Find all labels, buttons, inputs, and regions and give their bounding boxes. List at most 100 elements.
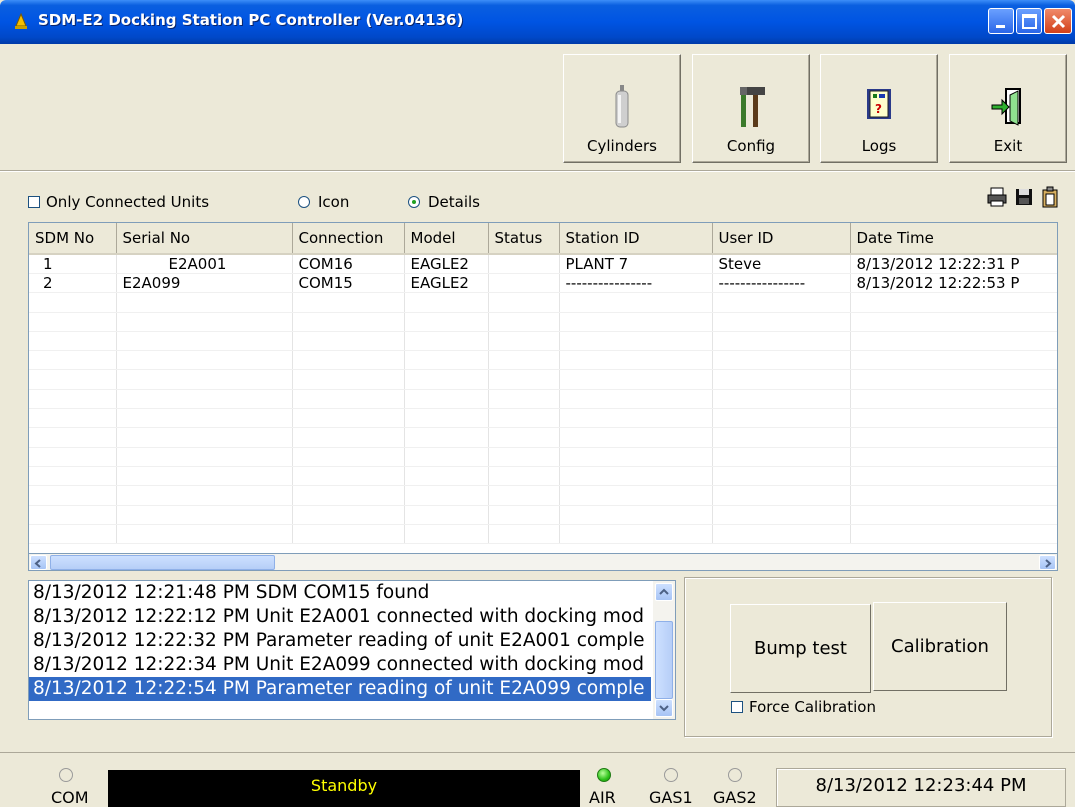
tools-icon — [740, 87, 765, 127]
cell-model: EAGLE2 — [404, 273, 489, 294]
toolbar-separator — [0, 170, 1075, 172]
maximize-icon — [1022, 14, 1037, 29]
cell-connection: COM15 — [292, 273, 405, 294]
bump-test-button[interactable]: Bump test — [730, 604, 871, 693]
arrow-down-icon — [659, 705, 669, 712]
vertical-scrollbar[interactable] — [653, 581, 675, 719]
status-display: Standby — [108, 770, 580, 807]
only-connected-label: Only Connected Units — [46, 193, 210, 211]
scroll-right-button[interactable] — [1039, 555, 1056, 570]
column-header-model[interactable]: Model — [404, 223, 489, 255]
gas2-indicator-icon — [728, 768, 742, 782]
config-button[interactable]: Config — [692, 54, 810, 163]
print-icon[interactable] — [985, 185, 1009, 209]
arrow-left-icon — [34, 559, 41, 568]
cell-serial-no: E2A001 — [116, 254, 293, 274]
log-line[interactable]: 8/13/2012 12:21:48 PM SDM COM15 found — [29, 581, 651, 605]
cell-sdm-no: 1 — [29, 254, 117, 274]
calibration-button[interactable]: Calibration — [873, 602, 1007, 691]
log-line[interactable]: 8/13/2012 12:22:32 PM Parameter reading … — [29, 629, 651, 653]
view-details-radio[interactable]: Details — [408, 193, 480, 211]
cell-serial-no: E2A099 — [116, 273, 293, 294]
empty-row — [29, 331, 1057, 352]
radio-icon-off[interactable] — [298, 196, 310, 208]
empty-row — [29, 505, 1057, 525]
cell-date-time: 8/13/2012 12:22:31 P — [850, 254, 1057, 274]
cell-station-id: ---------------- — [559, 273, 713, 294]
view-details-label: Details — [428, 193, 481, 211]
scroll-thumb[interactable] — [655, 621, 673, 699]
empty-row — [29, 427, 1057, 448]
calibration-label: Calibration — [891, 636, 989, 657]
exit-button[interactable]: Exit — [949, 54, 1067, 163]
gas-cylinder-icon — [615, 85, 629, 128]
minimize-icon — [996, 25, 1005, 28]
cell-user-id: ---------------- — [712, 273, 851, 294]
log-line-selected[interactable]: 8/13/2012 12:22:54 PM Parameter reading … — [29, 677, 651, 701]
exit-label: Exit — [993, 137, 1023, 155]
logs-book-icon: ? — [867, 89, 891, 119]
scroll-thumb[interactable] — [50, 555, 275, 570]
only-connected-checkbox[interactable]: Only Connected Units — [28, 193, 209, 211]
clock-display: 8/13/2012 12:23:44 PM — [776, 768, 1066, 807]
view-icon-radio[interactable]: Icon — [298, 193, 349, 211]
log-line[interactable]: 8/13/2012 12:22:34 PM Unit E2A099 connec… — [29, 653, 651, 677]
air-label: AIR — [589, 788, 616, 807]
checkbox-box[interactable] — [28, 196, 40, 208]
force-calibration-checkbox[interactable]: Force Calibration — [731, 698, 876, 716]
radio-icon-on[interactable] — [408, 196, 420, 208]
scroll-up-button[interactable] — [655, 583, 673, 601]
gas1-indicator-icon — [664, 768, 678, 782]
table-row[interactable]: 1 E2A001 COM16 EAGLE2 PLANT 7 Steve 8/13… — [29, 254, 1057, 274]
clock-text: 8/13/2012 12:23:44 PM — [815, 775, 1027, 796]
empty-row — [29, 408, 1057, 429]
com-label: COM — [51, 788, 89, 807]
arrow-up-icon — [659, 588, 669, 595]
column-header-connection[interactable]: Connection — [292, 223, 405, 255]
empty-row — [29, 485, 1057, 506]
empty-row — [29, 312, 1057, 332]
empty-row — [29, 369, 1057, 390]
minimize-button[interactable] — [988, 8, 1014, 34]
empty-row — [29, 466, 1057, 487]
config-label: Config — [726, 137, 776, 155]
horizontal-scrollbar[interactable] — [28, 553, 1058, 571]
test-actions-group: Bump test Calibration Force Calibration — [684, 577, 1052, 737]
column-header-sdm-no[interactable]: SDM No — [29, 223, 117, 255]
table-header: SDM No Serial No Connection Model Status… — [29, 223, 1057, 255]
cylinders-button[interactable]: Cylinders — [563, 54, 681, 163]
clipboard-icon[interactable] — [1038, 185, 1062, 209]
title-bar[interactable]: SDM-E2 Docking Station PC Controller (Ve… — [0, 0, 1075, 44]
logs-button[interactable]: ? Logs — [820, 54, 938, 163]
window-title: SDM-E2 Docking Station PC Controller (Ve… — [38, 11, 464, 29]
gas1-label: GAS1 — [649, 788, 693, 807]
table-row[interactable]: 2 E2A099 COM15 EAGLE2 ---------------- -… — [29, 273, 1057, 294]
empty-row — [29, 389, 1057, 410]
force-calibration-label: Force Calibration — [749, 698, 876, 716]
scroll-down-button[interactable] — [655, 699, 673, 717]
log-line[interactable]: 8/13/2012 12:22:12 PM Unit E2A001 connec… — [29, 605, 651, 629]
cell-connection: COM16 — [292, 254, 405, 274]
checkbox-box[interactable] — [731, 701, 743, 713]
scroll-left-button[interactable] — [30, 555, 47, 570]
cell-user-id: Steve — [712, 254, 851, 274]
save-icon[interactable] — [1012, 185, 1036, 209]
empty-row — [29, 292, 1057, 313]
column-header-status[interactable]: Status — [488, 223, 560, 255]
event-log-list[interactable]: 8/13/2012 12:21:48 PM SDM COM15 found 8/… — [28, 580, 676, 720]
empty-row — [29, 447, 1057, 467]
svg-text:?: ? — [875, 102, 882, 116]
com-indicator-icon — [59, 768, 73, 782]
logs-label: Logs — [861, 137, 897, 155]
cell-sdm-no: 2 — [29, 273, 117, 294]
column-header-station-id[interactable]: Station ID — [559, 223, 713, 255]
close-button[interactable] — [1044, 8, 1072, 34]
cell-model: EAGLE2 — [404, 254, 489, 274]
maximize-button[interactable] — [1016, 8, 1042, 34]
exit-door-icon — [991, 88, 1021, 126]
units-table[interactable]: SDM No Serial No Connection Model Status… — [28, 222, 1058, 571]
column-header-user-id[interactable]: User ID — [712, 223, 851, 255]
air-indicator-icon — [597, 768, 611, 782]
column-header-date-time[interactable]: Date Time — [850, 223, 1057, 255]
column-header-serial-no[interactable]: Serial No — [116, 223, 293, 255]
